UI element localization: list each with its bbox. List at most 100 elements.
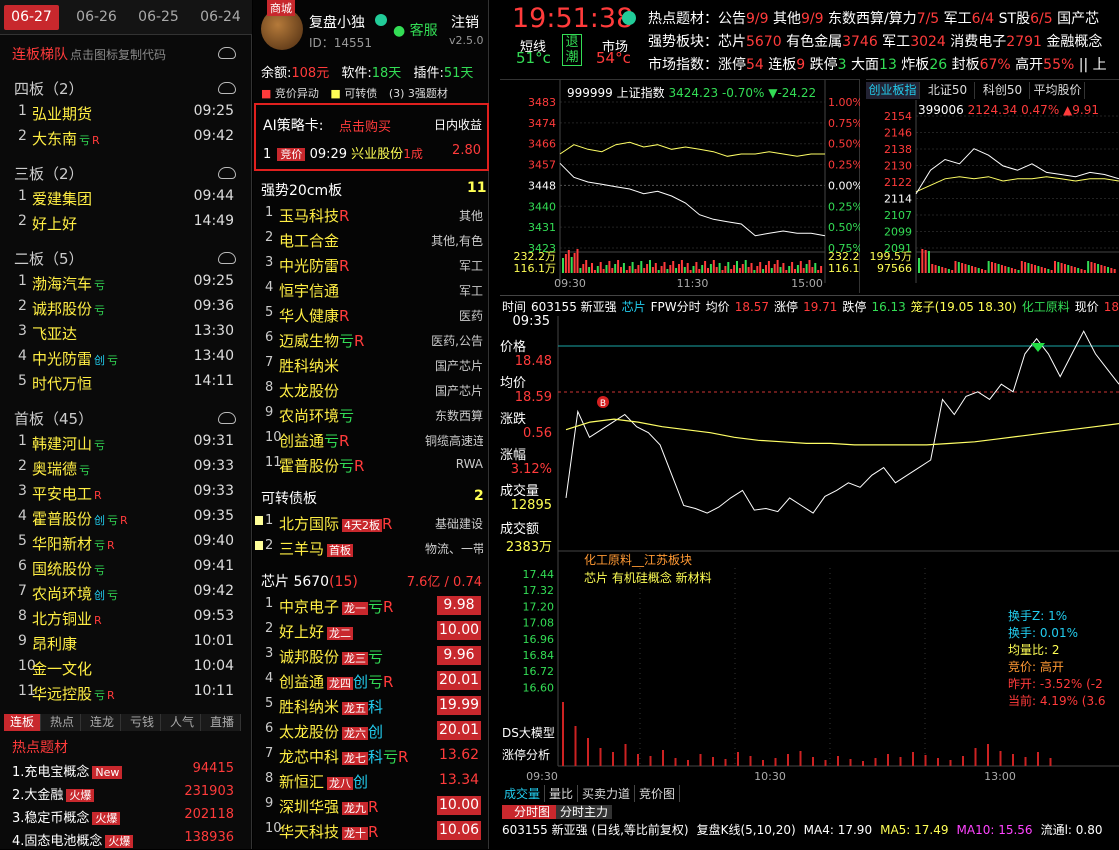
- date-tab-3[interactable]: 06-24: [193, 5, 248, 30]
- chip-row[interactable]: 8 新恒汇 龙八创 13.34: [265, 771, 487, 793]
- hot-topic-row[interactable]: 2.大金融 火爆 231903: [12, 784, 234, 804]
- ladder-row[interactable]: 10 金一文化 10:04: [14, 658, 234, 680]
- strong20-row[interactable]: 1 玉马科技R 其他: [265, 205, 487, 227]
- ladder-row[interactable]: 7 农尚环境创亏 09:42: [14, 583, 234, 605]
- stock-name[interactable]: 好上好: [32, 213, 77, 234]
- stock-name[interactable]: 迈威生物亏R: [279, 330, 364, 351]
- stock-name[interactable]: 农尚环境创亏: [32, 583, 118, 604]
- ladder-row[interactable]: 4 霍普股份创亏 R 09:35: [14, 508, 234, 530]
- chip-row[interactable]: 6 太龙股份 龙六创 20.01: [265, 721, 487, 743]
- cloud-icon[interactable]: [218, 47, 236, 59]
- stock-name[interactable]: 平安电工 R: [32, 483, 102, 504]
- tab-kuiqian[interactable]: 亏钱: [124, 714, 161, 731]
- stock-name[interactable]: 太龙股份 龙六创: [279, 721, 383, 742]
- convert-row[interactable]: 1 北方国际 4天2板 R 基础建设: [255, 513, 487, 535]
- ladder-row[interactable]: 3 飞亚达 13:30: [14, 323, 234, 345]
- ladder-row[interactable]: 1 渤海汽车亏 09:25: [14, 273, 234, 295]
- ladder-row[interactable]: 2 奥瑞德亏 09:33: [14, 458, 234, 480]
- stock-name[interactable]: 霍普股份创亏 R: [32, 508, 128, 529]
- strong20-row[interactable]: 10 创益通亏R 铜缆高速连: [265, 430, 487, 452]
- ladder-row[interactable]: 5 华阳新材亏 R 09:40: [14, 533, 234, 555]
- strong20-row[interactable]: 5 华人健康R 医药: [265, 305, 487, 327]
- shop-badge[interactable]: 商城: [267, 0, 295, 16]
- stock-name[interactable]: 电工合金: [279, 230, 339, 251]
- date-tab-0[interactable]: 06-27: [4, 5, 59, 30]
- ladder-row[interactable]: 11 华远控股亏 R 10:11: [14, 683, 234, 705]
- chart-tab[interactable]: 竞价图: [635, 785, 681, 802]
- ladder-row[interactable]: 1 弘业期货 09:25: [14, 103, 234, 125]
- tab-redian[interactable]: 热点: [44, 714, 81, 731]
- stock-name[interactable]: 创益通亏R: [279, 430, 349, 451]
- stock-name[interactable]: 中光防雷创亏: [32, 348, 118, 369]
- chart-tab[interactable]: 买卖力道: [578, 785, 636, 802]
- chip-row[interactable]: 10 华天科技 龙十 R 10.06: [265, 821, 487, 843]
- limit-analysis-button[interactable]: 涨停分析: [502, 746, 550, 763]
- stock-name[interactable]: 北方铜业 R: [32, 608, 102, 629]
- stock-name[interactable]: 玉马科技R: [279, 205, 349, 226]
- stock-name[interactable]: 新恒汇 龙八创: [279, 771, 368, 792]
- stock-name[interactable]: 中京电子 龙一 亏R: [279, 596, 393, 617]
- stock-name[interactable]: 创益通 龙四 创亏R: [279, 671, 393, 692]
- stock-name[interactable]: 深圳华强 龙九 R: [279, 796, 378, 817]
- chip-row[interactable]: 7 龙芯中科 龙七 科亏R 13.62: [265, 746, 487, 768]
- market-index-line[interactable]: 市场指数：涨停54 连板9 跌停3 大面13 炸板26 封板67% 高开55% …: [648, 54, 1107, 74]
- chip-row[interactable]: 5 胜科纳米 龙五科 19.99: [265, 696, 487, 718]
- stock-name[interactable]: 韩建河山亏: [32, 433, 105, 454]
- cloud-icon[interactable]: [218, 82, 236, 94]
- stock-name[interactable]: 渤海汽车亏: [32, 273, 105, 294]
- chip-row[interactable]: 2 好上好 龙二 10.00: [265, 621, 487, 643]
- stock-name[interactable]: 胜科纳米 龙五科: [279, 696, 383, 717]
- buy-link[interactable]: 点击购买: [339, 116, 391, 135]
- stock-name[interactable]: 胜科纳米: [279, 355, 339, 376]
- stock-name[interactable]: 农尚环境亏: [279, 405, 354, 426]
- stock-name[interactable]: 华人健康R: [279, 305, 349, 326]
- stock-name[interactable]: 太龙股份: [279, 380, 339, 401]
- stock-name[interactable]: 飞亚达: [32, 323, 77, 344]
- hot-topic-row[interactable]: 4.固态电池概念 火爆 138936: [12, 830, 234, 850]
- chart-tab[interactable]: 量比: [545, 785, 579, 802]
- stock-name[interactable]: 霍普股份亏R: [279, 455, 364, 476]
- tab-renqi[interactable]: 人气: [164, 714, 201, 731]
- tab-lianlong[interactable]: 连龙: [84, 714, 121, 731]
- chip-header[interactable]: 芯片 5670(15) 7.6亿 / 0.74: [261, 571, 486, 591]
- service-button[interactable]: ● 客服: [393, 20, 438, 40]
- chip-row[interactable]: 9 深圳华强 龙九 R 10.00: [265, 796, 487, 818]
- ladder-row[interactable]: 9 昂利康 10:01: [14, 633, 234, 655]
- ladder-row[interactable]: 6 国统股份亏 09:41: [14, 558, 234, 580]
- stock-name[interactable]: 弘业期货: [32, 103, 92, 124]
- strong20-row[interactable]: 4 恒宇信通 军工: [265, 280, 487, 302]
- stock-name[interactable]: 北方国际 4天2板 R: [279, 513, 392, 534]
- chart-tab[interactable]: 成交量: [500, 785, 546, 802]
- tab-lianban[interactable]: 连板: [4, 714, 41, 731]
- stock-name[interactable]: 金一文化: [32, 658, 92, 679]
- strong20-row[interactable]: 11 霍普股份亏R RWA: [265, 455, 487, 477]
- stock-name[interactable]: 诚邦股份亏: [32, 298, 105, 319]
- ladder-row[interactable]: 3 平安电工 R 09:33: [14, 483, 234, 505]
- ladder-row[interactable]: 5 时代万恒 14:11: [14, 373, 234, 395]
- stock-name[interactable]: 恒宇信通: [279, 280, 339, 301]
- hot-topic-line[interactable]: 热点题材：公告9/9 其他9/9 东数西算/算力7/5 军工6/4 ST股6/5…: [648, 8, 1099, 28]
- date-tab-2[interactable]: 06-25: [131, 5, 186, 30]
- sh-index-chart[interactable]: 999999 上证指数 3424.23 -0.70% ▼-24.22 3483 3…: [500, 79, 860, 293]
- tab-zhibo[interactable]: 直播: [204, 714, 241, 731]
- date-tab-1[interactable]: 06-26: [69, 5, 124, 30]
- ladder-row[interactable]: 1 爱建集团 09:44: [14, 188, 234, 210]
- strong20-row[interactable]: 2 电工合金 其他,有色: [265, 230, 487, 252]
- hot-topic-row[interactable]: 3.稳定币概念 火爆 202118: [12, 807, 234, 827]
- tab-main-force[interactable]: 分时主力: [556, 805, 612, 819]
- stock-name[interactable]: 三羊马 首板: [279, 538, 354, 559]
- cloud-icon[interactable]: [218, 252, 236, 264]
- ds-model-button[interactable]: DS大模型: [502, 724, 555, 741]
- cyb-index-chart[interactable]: 创业板指 北证50 科创50 平均股价 399006 2124.34 0.47% ▲9…: [866, 79, 1119, 293]
- stock-name[interactable]: 华阳新材亏 R: [32, 533, 115, 554]
- ai-card[interactable]: AI策略卡: 点击购买 日内收益 1 竞价 09:29 兴业股份1成 2.80: [254, 103, 489, 171]
- stock-name[interactable]: 昂利康: [32, 633, 77, 654]
- stock-name[interactable]: 大东南亏 R: [32, 128, 100, 149]
- ladder-row[interactable]: 4 中光防雷创亏 13:40: [14, 348, 234, 370]
- ladder-row[interactable]: 2 好上好 14:49: [14, 213, 234, 235]
- ladder-row[interactable]: 2 诚邦股份亏 09:36: [14, 298, 234, 320]
- stock-name[interactable]: 诚邦股份 龙三亏: [279, 646, 383, 667]
- stock-name[interactable]: 好上好 龙二: [279, 621, 354, 642]
- ladder-row[interactable]: 1 韩建河山亏 09:31: [14, 433, 234, 455]
- strong20-row[interactable]: 6 迈威生物亏R 医药,公告: [265, 330, 487, 352]
